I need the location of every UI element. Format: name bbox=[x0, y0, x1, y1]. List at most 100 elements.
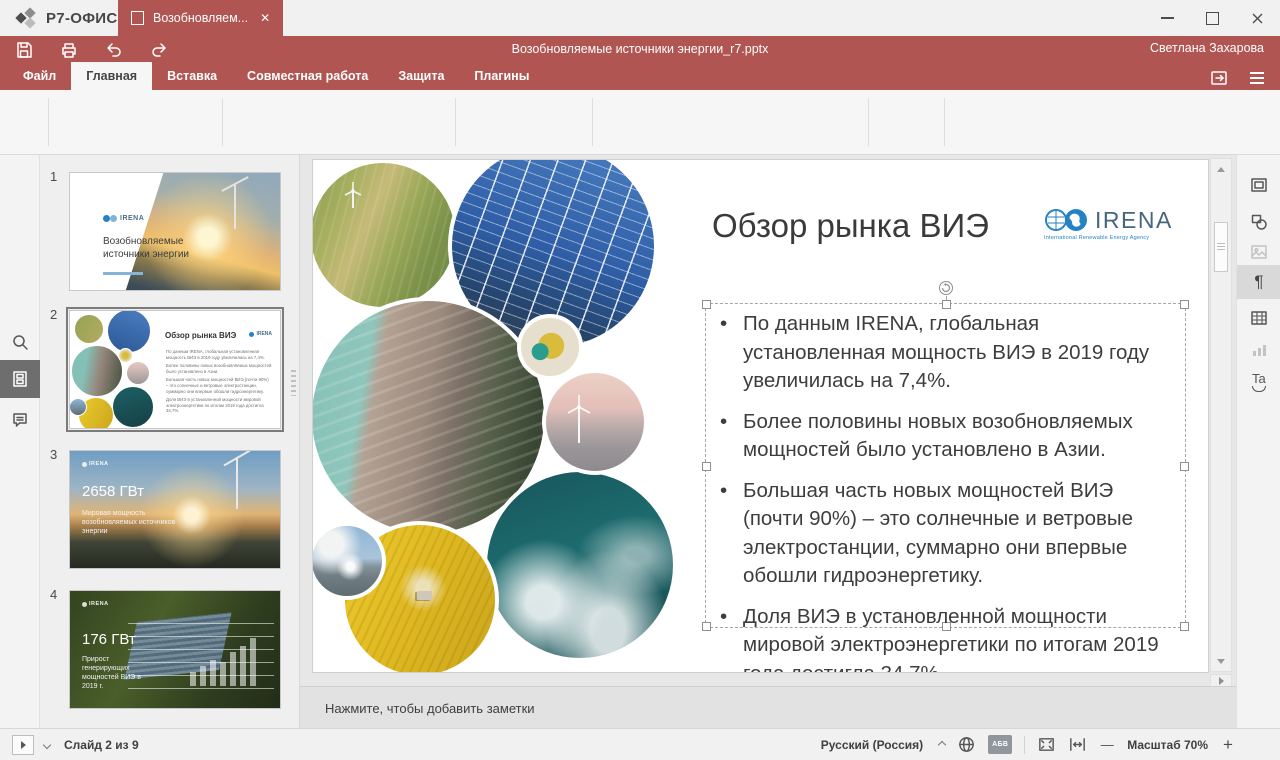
slide3-caption: Мировая мощность возобновляемых источник… bbox=[82, 509, 182, 536]
ribbon-tabs: Файл Главная Вставка Совместная работа З… bbox=[8, 62, 544, 90]
slide-thumbnails-panel: 1 IRENA Возобновляемые источники энергии… bbox=[40, 155, 300, 728]
bullet-item: •По данным IRENA, глобальная установленн… bbox=[720, 310, 1177, 396]
slide-settings-button[interactable] bbox=[1237, 168, 1280, 202]
resize-handle-w[interactable] bbox=[702, 462, 711, 471]
r7-logo-icon bbox=[16, 7, 38, 29]
user-name: Светлана Захарова bbox=[1150, 41, 1264, 55]
table-settings-button[interactable] bbox=[1237, 301, 1280, 335]
toolbar: Добавить слайд Arial 20 Ж К Ч Ŧ А А² А₂ … bbox=[0, 90, 1280, 155]
fit-slide-button[interactable] bbox=[1037, 735, 1056, 754]
bullet-item: •Более половины новых возобновляемых мощ… bbox=[720, 408, 1177, 465]
paragraph-settings-button[interactable]: ¶ bbox=[1237, 265, 1280, 299]
thumbnails-scrollbar[interactable] bbox=[291, 370, 296, 396]
slide-2-thumbnail-selected[interactable]: Обзор рынка ВИЭ IRENA По данным IRENA, г… bbox=[69, 310, 281, 429]
language-selector[interactable]: Русский (Россия) bbox=[821, 738, 923, 752]
slide4-caption: Прирост генерирующих мощностей ВИЭ в 201… bbox=[82, 655, 152, 691]
text-box-selection[interactable]: •По данным IRENA, глобальная установленн… bbox=[705, 303, 1186, 628]
status-bar: Слайд 2 из 9 Русский (Россия) АБВ — Масш… bbox=[0, 728, 1280, 760]
close-tab-icon[interactable]: ✕ bbox=[260, 11, 270, 25]
resize-handle-sw[interactable] bbox=[702, 622, 711, 631]
resize-handle-n[interactable] bbox=[942, 300, 951, 309]
spellcheck-button[interactable]: АБВ bbox=[988, 735, 1012, 754]
slide-4-thumbnail[interactable]: IRENA 176 ГВт Прирост генерирующих мощно… bbox=[69, 590, 281, 709]
zoom-out-button[interactable]: — bbox=[1099, 737, 1115, 753]
close-icon bbox=[1250, 11, 1265, 26]
close-window-button[interactable] bbox=[1235, 0, 1280, 36]
slideshow-options-chevron[interactable] bbox=[43, 740, 51, 748]
slide-1-thumbnail[interactable]: IRENA Возобновляемые источники энергии bbox=[69, 172, 281, 291]
header: Возобновляемые источники энергии_r7.pptx… bbox=[0, 36, 1280, 90]
document-tab[interactable]: Возобновляем... ✕ bbox=[118, 0, 283, 36]
tab-file[interactable]: Файл bbox=[8, 62, 71, 90]
fit-width-button[interactable] bbox=[1068, 735, 1087, 754]
quick-access-toolbar bbox=[10, 37, 173, 62]
scroll-down-button[interactable] bbox=[1213, 653, 1229, 669]
slide2-title: Обзор рынка ВИЭ bbox=[165, 331, 236, 340]
left-sidebar bbox=[0, 155, 40, 728]
presentation-editor-window: Р7-ОФИС Возобновляем... ✕ Возобновляемые… bbox=[0, 0, 1280, 760]
maximize-button[interactable] bbox=[1190, 0, 1235, 36]
editor-canvas: Обзор рынка ВИЭ IRENA International Rene… bbox=[300, 155, 1236, 686]
zoom-in-button[interactable]: + bbox=[1220, 737, 1236, 753]
irena-logo-text: IRENA bbox=[1095, 207, 1173, 234]
image-settings-button[interactable] bbox=[1237, 235, 1280, 269]
resize-handle-ne[interactable] bbox=[1180, 300, 1189, 309]
bullet-item: •Большая часть новых мощностей ВИЭ (почт… bbox=[720, 477, 1177, 591]
resize-handle-se[interactable] bbox=[1180, 622, 1189, 631]
shape-settings-button[interactable] bbox=[1237, 205, 1280, 239]
bullet-text-box[interactable]: •По данным IRENA, глобальная установленн… bbox=[720, 310, 1177, 672]
search-button[interactable] bbox=[0, 323, 40, 361]
language-chevron-icon[interactable] bbox=[938, 740, 946, 748]
photo-circle-offshore-wind[interactable] bbox=[542, 369, 648, 475]
slide-title[interactable]: Обзор рынка ВИЭ bbox=[712, 207, 989, 245]
undo-button[interactable] bbox=[100, 37, 128, 62]
textart-settings-button[interactable]: Ta bbox=[1237, 365, 1280, 399]
rotate-handle[interactable] bbox=[938, 280, 954, 296]
tab-home[interactable]: Главная bbox=[71, 62, 152, 90]
resize-handle-nw[interactable] bbox=[702, 300, 711, 309]
irena-logo[interactable]: IRENA International Renewable Energy Age… bbox=[1044, 207, 1184, 241]
slide1-irena-logo: IRENA bbox=[103, 215, 144, 222]
document-title: Возобновляемые источники энергии_r7.pptx bbox=[200, 42, 1080, 56]
open-file-location-button[interactable] bbox=[1208, 67, 1230, 89]
slides-panel-button[interactable] bbox=[0, 360, 40, 398]
titlebar: Р7-ОФИС Возобновляем... ✕ bbox=[0, 0, 1280, 36]
comments-button[interactable] bbox=[0, 401, 40, 439]
chart-settings-button[interactable] bbox=[1237, 333, 1280, 367]
slide-canvas[interactable]: Обзор рынка ВИЭ IRENA International Rene… bbox=[313, 160, 1208, 672]
photo-circle-farm-windmill[interactable] bbox=[313, 160, 459, 311]
hamburger-menu-button[interactable] bbox=[1246, 67, 1268, 89]
set-language-globe-button[interactable] bbox=[957, 735, 976, 754]
slide-counter: Слайд 2 из 9 bbox=[64, 738, 139, 752]
app-logo: Р7-ОФИС bbox=[16, 0, 118, 36]
tab-collaboration[interactable]: Совместная работа bbox=[232, 62, 383, 90]
bullet-item: •Доля ВИЭ в установленной мощности миров… bbox=[720, 603, 1177, 673]
right-sidebar: ¶ Ta bbox=[1236, 155, 1280, 728]
canvas-vertical-scrollbar[interactable] bbox=[1210, 158, 1232, 672]
slide3-stat: 2658 ГВт bbox=[82, 483, 144, 500]
slide-3-number: 3 bbox=[50, 447, 57, 462]
slide2-mini-bullets: По данным IRENA, глобальная установленна… bbox=[166, 349, 272, 417]
slide4-irena-logo: IRENA bbox=[82, 601, 109, 607]
save-button[interactable] bbox=[10, 37, 38, 62]
resize-handle-e[interactable] bbox=[1180, 462, 1189, 471]
scroll-up-button[interactable] bbox=[1213, 161, 1229, 177]
photo-circle-ocean-waves[interactable] bbox=[483, 468, 677, 662]
notes-area[interactable]: Нажмите, чтобы добавить заметки bbox=[300, 686, 1236, 728]
redo-button[interactable] bbox=[145, 37, 173, 62]
scrollbar-thumb[interactable] bbox=[1214, 222, 1228, 272]
print-button[interactable] bbox=[55, 37, 83, 62]
window-controls bbox=[1145, 0, 1280, 36]
slide2-irena-logo: IRENA bbox=[249, 331, 272, 337]
tab-protection[interactable]: Защита bbox=[383, 62, 459, 90]
tab-plugins[interactable]: Плагины bbox=[459, 62, 544, 90]
slide-3-thumbnail[interactable]: IRENA 2658 ГВт Мировая мощность возобнов… bbox=[69, 450, 281, 569]
zoom-level: Масштаб 70% bbox=[1127, 738, 1208, 752]
minimize-icon bbox=[1161, 17, 1174, 19]
start-slideshow-status-button[interactable] bbox=[12, 735, 34, 755]
photo-circle-geothermal[interactable] bbox=[517, 314, 583, 380]
minimize-button[interactable] bbox=[1145, 0, 1190, 36]
slide-2-number: 2 bbox=[50, 307, 57, 322]
header-right-icons bbox=[1208, 67, 1268, 89]
tab-insert[interactable]: Вставка bbox=[152, 62, 232, 90]
